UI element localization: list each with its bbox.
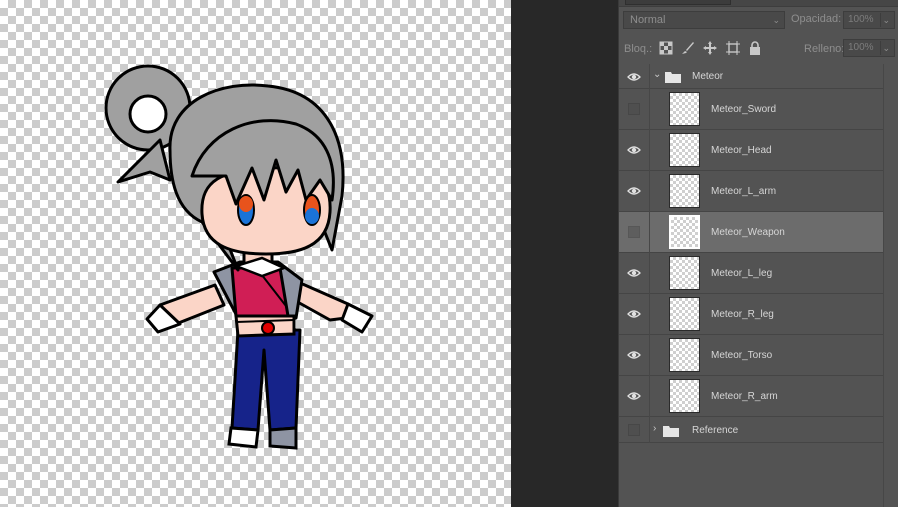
lock-artboard-icon[interactable] bbox=[726, 41, 740, 55]
eye-icon bbox=[627, 73, 641, 81]
layer-row[interactable]: Meteor_L_arm bbox=[619, 171, 883, 212]
opacity-label: Opacidad: bbox=[791, 13, 842, 25]
column-divider bbox=[649, 212, 650, 253]
layer-name: Meteor_L_leg bbox=[711, 268, 773, 279]
layer-thumbnail bbox=[669, 338, 700, 372]
layer-name: Meteor_Torso bbox=[711, 350, 773, 361]
field-divider bbox=[880, 41, 881, 55]
visibility-toggle-off[interactable] bbox=[628, 226, 640, 238]
layer-name: Meteor_Head bbox=[711, 145, 772, 156]
document-canvas[interactable] bbox=[0, 0, 511, 507]
workspace-gutter bbox=[511, 0, 618, 507]
column-divider bbox=[649, 64, 650, 89]
column-divider bbox=[649, 171, 650, 212]
fill-value: 100% bbox=[848, 42, 874, 53]
layer-thumbnail bbox=[669, 256, 700, 290]
visibility-toggle[interactable] bbox=[622, 179, 646, 203]
eye-icon bbox=[627, 187, 641, 195]
column-divider bbox=[649, 130, 650, 171]
visibility-toggle[interactable] bbox=[622, 384, 646, 408]
layer-thumbnail bbox=[669, 174, 700, 208]
visibility-toggle[interactable] bbox=[622, 302, 646, 326]
layer-thumbnail bbox=[669, 379, 700, 413]
layer-name: Meteor_L_arm bbox=[711, 186, 777, 197]
blend-mode-select[interactable]: Normal ⌄ bbox=[623, 11, 785, 29]
blend-opacity-row: Normal ⌄ Opacidad: 100% ⌄ bbox=[619, 10, 898, 32]
layer-thumbnail bbox=[669, 92, 700, 126]
layer-name: Meteor_Sword bbox=[711, 104, 777, 115]
visibility-toggle[interactable] bbox=[622, 65, 646, 89]
eye-icon bbox=[627, 351, 641, 359]
layers-panel: Normal ⌄ Opacidad: 100% ⌄ Bloq.: Relleno… bbox=[618, 0, 898, 507]
layer-name: Meteor_R_arm bbox=[711, 391, 778, 402]
visibility-toggle[interactable] bbox=[622, 343, 646, 367]
lock-image-pixels-icon[interactable] bbox=[681, 41, 695, 55]
layer-row[interactable]: Meteor_Head bbox=[619, 130, 883, 171]
layer-row[interactable]: Meteor_R_leg bbox=[619, 294, 883, 335]
column-divider bbox=[649, 417, 650, 443]
chevron-down-icon: ⌄ bbox=[772, 15, 780, 25]
layer-thumbnail bbox=[669, 297, 700, 331]
layer-row[interactable]: Meteor_Torso bbox=[619, 335, 883, 376]
visibility-toggle-off[interactable] bbox=[628, 103, 640, 115]
layer-row[interactable]: Meteor_L_leg bbox=[619, 253, 883, 294]
fill-label: Relleno: bbox=[804, 43, 845, 55]
eye-icon bbox=[627, 392, 641, 400]
layer-row[interactable]: Meteor_Sword bbox=[619, 89, 883, 130]
layer-thumbnail bbox=[669, 133, 700, 167]
layer-group-name: Reference bbox=[692, 425, 739, 436]
opacity-field[interactable]: 100% ⌄ bbox=[843, 11, 895, 29]
column-divider bbox=[649, 253, 650, 294]
lock-transparent-pixels-icon[interactable] bbox=[659, 41, 673, 55]
layer-name: Meteor_Weapon bbox=[711, 227, 785, 238]
lock-fill-row: Bloq.: Relleno: 100% ⌄ bbox=[619, 38, 898, 60]
chevron-down-icon: ⌄ bbox=[882, 15, 890, 25]
field-divider bbox=[880, 13, 881, 27]
layer-row-selected[interactable]: Meteor_Weapon bbox=[619, 212, 883, 253]
visibility-toggle-off[interactable] bbox=[628, 424, 640, 436]
column-divider bbox=[649, 376, 650, 417]
chibi-character-artwork bbox=[104, 64, 374, 450]
lock-all-icon[interactable] bbox=[748, 41, 762, 55]
lock-label: Bloq.: bbox=[624, 43, 653, 55]
opacity-value: 100% bbox=[848, 14, 874, 25]
chevron-right-icon[interactable]: › bbox=[653, 423, 656, 434]
column-divider bbox=[649, 335, 650, 376]
column-divider bbox=[649, 294, 650, 335]
layer-thumbnail bbox=[669, 215, 700, 249]
panel-tab-strip bbox=[619, 0, 898, 7]
lock-position-icon[interactable] bbox=[703, 41, 717, 55]
folder-icon bbox=[665, 72, 681, 83]
eye-icon bbox=[627, 310, 641, 318]
layer-row[interactable]: Meteor_R_arm bbox=[619, 376, 883, 417]
eye-icon bbox=[627, 146, 641, 154]
layer-name: Meteor_R_leg bbox=[711, 309, 774, 320]
chevron-down-icon: ⌄ bbox=[882, 43, 890, 53]
column-divider bbox=[649, 89, 650, 130]
visibility-toggle[interactable] bbox=[622, 261, 646, 285]
layer-group-meteor[interactable]: ⌄ Meteor bbox=[619, 64, 883, 89]
panel-tab[interactable] bbox=[625, 0, 731, 5]
layer-group-name: Meteor bbox=[692, 71, 724, 82]
expand-group-chevron-icon[interactable]: ⌄ bbox=[653, 69, 661, 80]
blend-mode-value: Normal bbox=[630, 14, 666, 26]
visibility-toggle[interactable] bbox=[622, 138, 646, 162]
layer-group-reference[interactable]: › Reference bbox=[619, 417, 883, 443]
eye-icon bbox=[627, 269, 641, 277]
fill-field[interactable]: 100% ⌄ bbox=[843, 39, 895, 57]
folder-icon bbox=[663, 426, 679, 437]
layers-scrollbar[interactable] bbox=[883, 64, 898, 507]
